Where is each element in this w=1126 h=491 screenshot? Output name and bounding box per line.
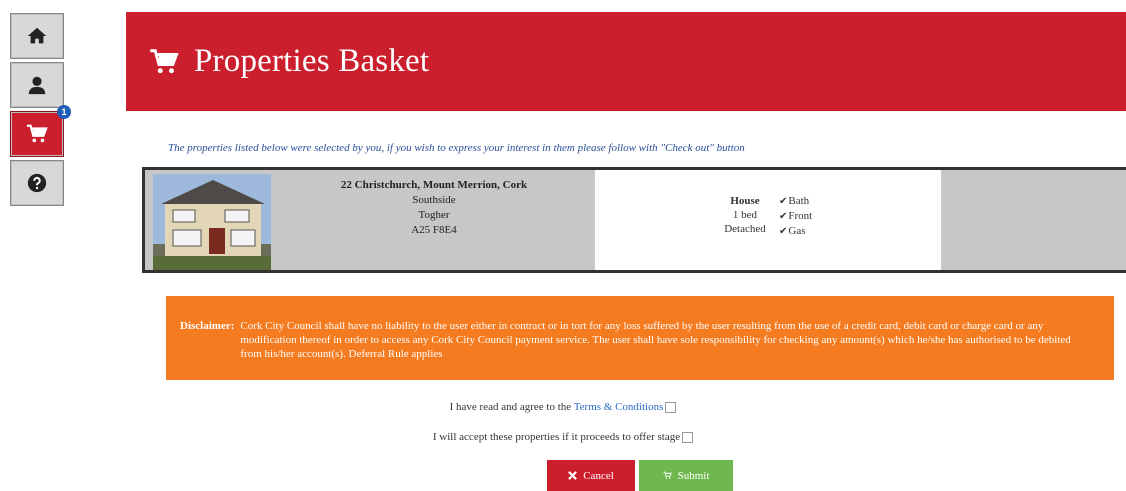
terms-prefix: I have read and agree to the: [449, 401, 574, 413]
terms-agreement: I have read and agree to the Terms & Con…: [0, 401, 1126, 413]
cart-icon: [26, 124, 48, 143]
property-address-block: 22 Christchurch, Mount Merrion, Cork Sou…: [273, 174, 595, 270]
offer-checkbox[interactable]: [682, 431, 694, 443]
page-title: Properties Basket: [194, 43, 430, 79]
home-icon: [27, 27, 47, 44]
property-beds: 1 bed: [732, 209, 758, 221]
home-nav-button[interactable]: [10, 13, 64, 59]
feature-item: ✔Front: [779, 210, 813, 222]
cart-icon: [150, 48, 179, 73]
offer-label: I will accept these properties if it pro…: [432, 431, 681, 443]
check-icon: ✔: [779, 196, 788, 207]
property-address: 22 Christchurch, Mount Merrion, Cork: [340, 179, 528, 191]
help-nav-button[interactable]: [10, 160, 64, 206]
user-icon: [28, 76, 46, 95]
offer-agreement: I will accept these properties if it pro…: [0, 431, 1126, 443]
terms-checkbox[interactable]: [665, 401, 677, 413]
submit-button[interactable]: Submit: [639, 460, 733, 491]
property-photo: [153, 174, 271, 270]
intro-text: The properties listed below were selecte…: [168, 142, 745, 154]
property-locality: Togher: [418, 209, 450, 221]
disclaimer-label: Disclaimer:: [180, 320, 235, 332]
disclaimer-box: Disclaimer: Cork City Council shall have…: [166, 296, 1114, 380]
feature-item: ✔Gas: [779, 225, 806, 237]
property-type: House: [730, 195, 760, 207]
cart-icon: [662, 471, 672, 479]
basket-count-badge: 1: [57, 105, 71, 119]
feature-item: ✔Bath: [779, 195, 810, 207]
profile-nav-button[interactable]: [10, 62, 64, 108]
terms-link[interactable]: Terms & Conditions: [574, 401, 664, 413]
property-style: Detached: [724, 223, 766, 235]
property-details: House 1 bed Detached ✔Bath ✔Front ✔Gas: [595, 170, 941, 270]
check-icon: ✔: [779, 211, 788, 222]
help-icon: [27, 173, 47, 193]
basket-nav-button[interactable]: 1: [10, 105, 71, 157]
property-type-column: House 1 bed Detached: [715, 194, 775, 236]
property-eircode: A25 F8E4: [411, 224, 457, 236]
cancel-button[interactable]: Cancel: [547, 460, 635, 491]
disclaimer-text: Cork City Council shall have no liabilit…: [240, 320, 1071, 360]
property-row: 22 Christchurch, Mount Merrion, Cork Sou…: [142, 167, 1126, 273]
side-nav: 1: [10, 13, 71, 209]
check-icon: ✔: [779, 226, 788, 237]
property-area: Southside: [412, 194, 456, 206]
page-header: Properties Basket: [126, 12, 1126, 111]
close-icon: [568, 471, 578, 480]
property-features: ✔Bath ✔Front ✔Gas: [779, 194, 812, 239]
